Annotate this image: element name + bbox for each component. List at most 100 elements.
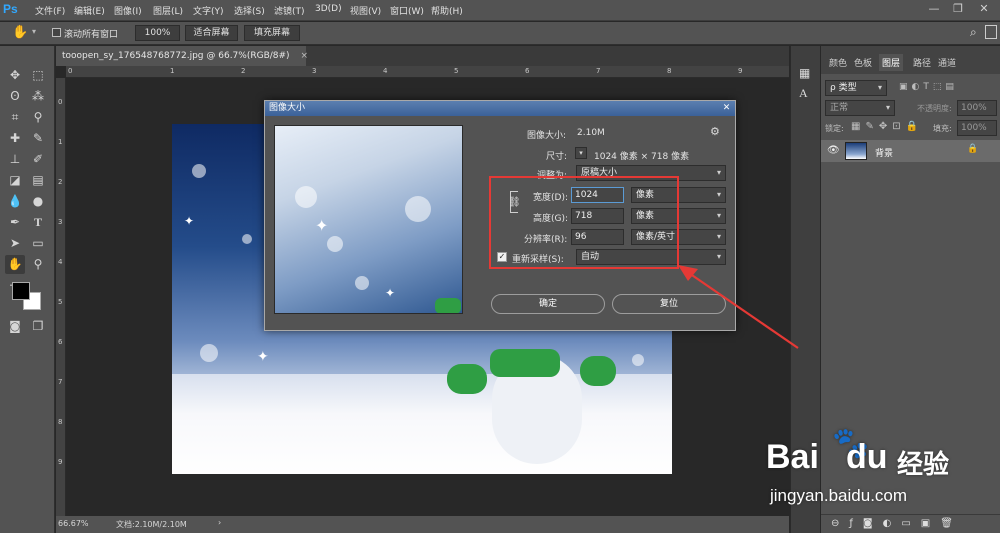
vertical-ruler: 0 1 2 3 4 5 6 7 8 9 — [56, 78, 66, 516]
bokeh-light — [355, 276, 369, 290]
photoshop-logo: Ps — [3, 2, 18, 16]
ruler-tick: 5 — [454, 67, 459, 75]
menu-select[interactable]: 选择(S) — [234, 4, 265, 17]
character-panel-icon[interactable]: A — [799, 86, 808, 101]
brush-tool-icon[interactable]: ✎ — [28, 129, 48, 148]
clone-stamp-tool-icon[interactable]: ⊥ — [5, 150, 25, 169]
lock-icons[interactable]: ▦✎✥⊡🔒 — [851, 121, 923, 132]
document-tab[interactable]: tooopen_sy_176548768772.jpg @ 66.7%(RGB/… — [56, 46, 308, 66]
green-mitten-preview — [435, 298, 461, 313]
watermark-cn: 经验 — [897, 449, 950, 479]
magic-wand-tool-icon[interactable]: ⁂ — [28, 87, 48, 106]
ruler-tick: 7 — [596, 67, 601, 75]
tab-color[interactable]: 颜色 — [829, 56, 847, 69]
marquee-tool-icon[interactable]: ⬚ — [28, 66, 48, 85]
status-menu-arrow-icon[interactable]: › — [218, 518, 221, 527]
menu-view[interactable]: 视图(V) — [350, 4, 381, 17]
ruler-tick: 9 — [58, 458, 63, 466]
menu-window[interactable]: 窗口(W) — [390, 4, 424, 17]
eraser-tool-icon[interactable]: ◪ — [5, 171, 25, 190]
healing-brush-tool-icon[interactable]: ✚ — [5, 129, 25, 148]
hand-tool-active-icon[interactable]: ✋ — [5, 255, 25, 274]
path-selection-tool-icon[interactable]: ➤ — [5, 234, 25, 253]
properties-panel-icon[interactable]: ▦ — [799, 66, 810, 80]
eye-icon[interactable]: 👁 — [827, 145, 840, 156]
scroll-all-checkbox[interactable] — [52, 28, 61, 37]
foreground-color-swatch-top — [12, 282, 30, 300]
annotation-arrow-head — [678, 265, 698, 281]
chevron-down-icon: ▾ — [716, 211, 721, 220]
annotation-arrow — [678, 265, 799, 349]
menu-layer[interactable]: 图层(L) — [153, 4, 183, 17]
type-tool-icon[interactable]: T — [28, 213, 48, 232]
workspace-icon[interactable] — [985, 25, 997, 39]
options-bar: ✋ ▾ 滚动所有窗口 100% 适合屏幕 填充屏幕 ⌕ — [0, 22, 1000, 45]
menu-filter[interactable]: 滤镜(T) — [274, 4, 305, 17]
crop-tool-icon[interactable]: ⌗ — [5, 108, 25, 127]
scroll-all-label: 滚动所有窗口 — [64, 30, 119, 40]
opacity-input[interactable]: 100% — [957, 100, 997, 116]
status-bar: 66.67% 文档:2.10M/2.10M › — [56, 516, 789, 533]
tab-channels[interactable]: 通道 — [938, 56, 956, 69]
ruler-tick: 1 — [58, 138, 63, 146]
pen-tool-icon[interactable]: ✒ — [5, 213, 25, 232]
minimize-icon[interactable]: — — [924, 2, 944, 18]
restore-icon[interactable]: ❐ — [948, 2, 968, 18]
layer-action-icons[interactable]: ⊖ƒ◙◐▭▣🗑 — [831, 518, 963, 529]
fit-screen-button[interactable]: 适合屏幕 — [185, 25, 238, 41]
menu-3d[interactable]: 3D(D) — [315, 4, 342, 14]
fill-input[interactable]: 100% — [957, 120, 997, 136]
ok-button[interactable]: 确定 — [491, 294, 605, 314]
ruler-tick: 4 — [58, 258, 63, 266]
fill-screen-button[interactable]: 填充屏幕 — [244, 25, 300, 41]
move-tool-icon[interactable]: ✥ — [5, 66, 25, 85]
gear-icon[interactable]: ⚙ — [710, 125, 720, 138]
dodge-tool-icon[interactable]: ● — [28, 192, 48, 211]
close-tab-icon[interactable]: × — [300, 51, 308, 61]
watermark-brand: Bai — [766, 438, 819, 476]
menu-help[interactable]: 帮助(H) — [431, 4, 463, 17]
gradient-tool-icon[interactable]: ▤ — [28, 171, 48, 190]
rectangle-tool-icon[interactable]: ▭ — [28, 234, 48, 253]
chevron-down-icon: ▾ — [716, 232, 721, 241]
lasso-tool-icon[interactable]: ʘ — [5, 87, 25, 106]
hand-tool-icon[interactable]: ✋ — [12, 25, 28, 40]
chevron-down-icon: ▾ — [885, 103, 890, 112]
watermark-brand-2: du — [846, 438, 888, 476]
tab-paths[interactable]: 路径 — [913, 56, 931, 69]
eyedropper-tool-icon[interactable]: ⚲ — [28, 108, 48, 127]
tab-layers[interactable]: 图层 — [879, 54, 904, 71]
layer-kind-filter-value: ρ 类型 — [830, 83, 857, 93]
image-preview[interactable]: ✦ ✦ — [274, 125, 463, 314]
zoom-tool-icon[interactable]: ⚲ — [28, 255, 48, 274]
close-window-icon[interactable]: ✕ — [974, 2, 994, 18]
lock-label: 锁定: — [825, 124, 844, 133]
tool-preset-chevron-down-icon[interactable]: ▾ — [32, 27, 36, 36]
ruler-tick: 2 — [241, 67, 246, 75]
screen-mode-icon[interactable]: ❐ — [28, 317, 48, 336]
search-icon[interactable]: ⌕ — [970, 25, 977, 40]
zoom-100-button[interactable]: 100% — [135, 25, 180, 41]
highlight-box — [489, 176, 679, 269]
quick-mask-icon[interactable]: ◙ — [5, 317, 25, 336]
annotation-arrow-line — [685, 270, 799, 349]
layer-row-background[interactable]: 👁 背景 🔒 — [821, 140, 1000, 162]
layer-filter-icons[interactable]: ▣◐T⬚▤ — [899, 82, 994, 94]
menu-file[interactable]: 文件(F) — [35, 4, 65, 17]
tab-swatches[interactable]: 色板 — [854, 56, 872, 69]
dimensions-unit-chevron-icon[interactable]: ▾ — [575, 147, 587, 159]
bokeh-light — [242, 234, 252, 244]
layer-thumbnail — [845, 142, 867, 160]
menu-edit[interactable]: 编辑(E) — [74, 4, 105, 17]
layer-kind-filter[interactable]: ρ 类型 ▾ — [825, 80, 887, 96]
blend-mode-select[interactable]: 正常 ▾ — [825, 100, 895, 116]
menu-image[interactable]: 图像(I) — [114, 4, 142, 17]
close-dialog-icon[interactable]: ✕ — [720, 102, 733, 114]
layer-name[interactable]: 背景 — [875, 146, 893, 159]
image-size-label: 图像大小: — [527, 131, 567, 141]
zoom-level[interactable]: 66.67% — [58, 519, 89, 528]
menu-type[interactable]: 文字(Y) — [193, 4, 224, 17]
tools-panel: ✥ ⬚ ʘ ⁂ ⌗ ⚲ ✚ ✎ ⊥ ✐ ◪ ▤ 💧 ● ✒ T ➤ ▭ ✋ ⚲ … — [0, 46, 55, 533]
history-brush-tool-icon[interactable]: ✐ — [28, 150, 48, 169]
blur-tool-icon[interactable]: 💧 — [5, 192, 25, 211]
